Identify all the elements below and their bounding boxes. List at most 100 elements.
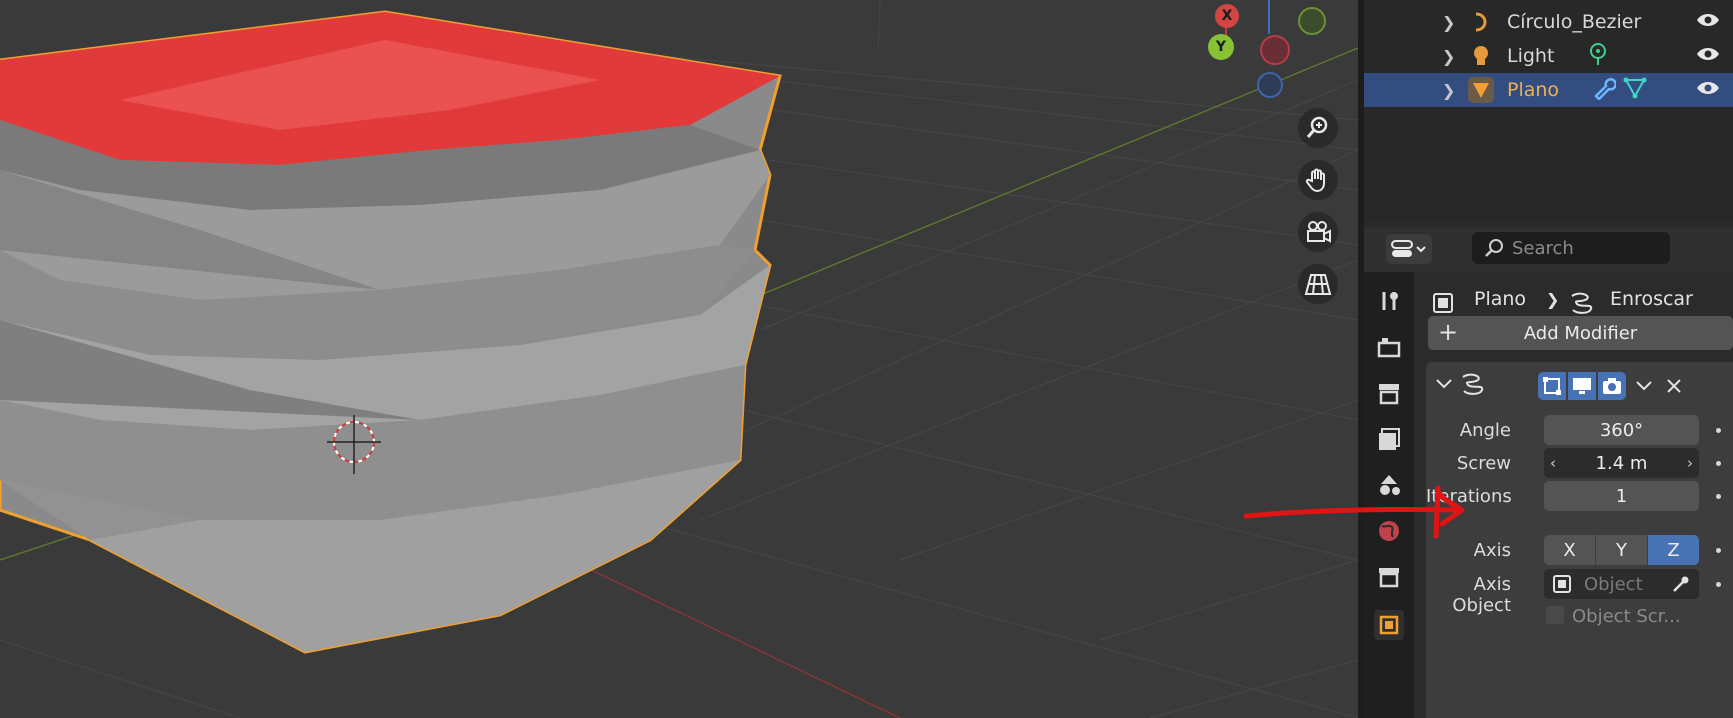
camera-render-icon (1603, 378, 1621, 394)
properties-search-field[interactable]: Search (1472, 232, 1670, 264)
tab-collection[interactable] (1374, 562, 1404, 592)
screw-mesh-object[interactable] (0, 10, 782, 654)
axis-option-x[interactable]: X (1544, 535, 1595, 565)
keyframe-dot[interactable] (1716, 494, 1721, 499)
angle-value: 360° (1599, 419, 1644, 441)
properties-editor[interactable]: Search Plano ❯ Enroscar + Add Modifier A… (1364, 228, 1733, 718)
iterations-field[interactable]: 1 (1544, 481, 1699, 511)
expand-arrow-icon[interactable]: ❯ (1442, 81, 1455, 100)
gizmo-neg-y-axis[interactable] (1298, 7, 1326, 35)
iterations-label: Iterations (1426, 486, 1512, 507)
collection-icon (1379, 568, 1399, 588)
screw-label: Screw (1456, 453, 1511, 474)
tool-icon (1382, 292, 1398, 310)
eyedropper-icon[interactable] (1671, 574, 1691, 594)
gizmo-x-axis[interactable]: X (1215, 4, 1239, 28)
axis-y-label: Y (1616, 539, 1627, 561)
keyframe-dot[interactable] (1716, 582, 1721, 587)
render-toggle[interactable] (1598, 372, 1626, 400)
eye-icon[interactable] (1696, 45, 1720, 67)
search-icon (1485, 239, 1503, 257)
light-data-icon[interactable] (1587, 42, 1609, 71)
search-placeholder: Search (1512, 237, 1574, 259)
eye-icon[interactable] (1696, 79, 1720, 101)
outliner-item-label: Plano (1507, 79, 1560, 101)
mesh-data-icon[interactable] (1623, 76, 1647, 105)
object-screw-checkbox[interactable] (1546, 606, 1564, 624)
gizmo-neg-x-axis[interactable] (1260, 35, 1290, 65)
gizmo-neg-z-axis[interactable] (1257, 72, 1283, 98)
screw-value: 1.4 m (1595, 452, 1648, 474)
wrench-icon[interactable] (1592, 76, 1617, 105)
tab-tool[interactable] (1374, 286, 1404, 316)
angle-field[interactable]: 360° (1544, 415, 1699, 445)
monitor-icon (1573, 378, 1591, 394)
light-icon (1468, 43, 1494, 69)
curve-icon (1468, 9, 1494, 35)
collapse-chevron-icon[interactable] (1434, 374, 1454, 398)
axis-z-label: Z (1667, 539, 1680, 561)
mesh-icon (1468, 77, 1494, 103)
navigation-gizmo[interactable]: X Y (1195, 0, 1335, 110)
axis-object-field[interactable]: Object (1544, 569, 1699, 599)
world-icon (1379, 521, 1399, 541)
keyframe-dot[interactable] (1716, 461, 1721, 466)
perspective-toggle-button[interactable] (1298, 264, 1338, 304)
tab-world[interactable] (1374, 516, 1404, 546)
tab-object[interactable] (1374, 610, 1404, 640)
modifier-menu-chevron-icon[interactable] (1634, 376, 1654, 400)
pan-button[interactable] (1298, 160, 1338, 200)
increment-arrow-icon[interactable]: › (1687, 454, 1693, 472)
hand-icon (1305, 168, 1325, 193)
close-icon[interactable] (1664, 376, 1684, 400)
outliner-panel[interactable]: ❯ Círculo_Bezier ❯ Light ❯ Plano (1364, 0, 1733, 222)
keyframe-dot[interactable] (1716, 428, 1721, 433)
screw-modifier-panel: Angle 360° Screw ‹ 1.4 m › Iterations 1 … (1426, 362, 1733, 718)
viewport-display-toggle[interactable] (1568, 372, 1596, 400)
3d-viewport[interactable]: X Y (0, 0, 1358, 718)
grid-perspective-icon (1304, 274, 1332, 295)
add-modifier-label: Add Modifier (1523, 322, 1638, 344)
scene-icon (1380, 475, 1400, 495)
edit-mode-toggle[interactable] (1538, 372, 1566, 400)
outliner-item-light[interactable]: ❯ Light (1364, 39, 1733, 73)
breadcrumb-separator-icon: ❯ (1546, 290, 1560, 309)
axis-option-z[interactable]: Z (1648, 535, 1699, 565)
zoom-button[interactable] (1298, 108, 1338, 148)
tab-output[interactable] (1374, 378, 1404, 408)
gizmo-y-label: Y (1215, 39, 1227, 55)
breadcrumb-modifier: Enroscar (1610, 288, 1693, 310)
editor-type-selector[interactable] (1386, 234, 1432, 264)
axis-label: Axis (1473, 540, 1511, 561)
axis-x-label: X (1563, 539, 1576, 561)
properties-header: Search (1364, 228, 1733, 272)
outliner-item-circulo-bezier[interactable]: ❯ Círculo_Bezier (1364, 5, 1733, 39)
angle-label: Angle (1459, 420, 1511, 441)
x-axis-line (559, 554, 901, 718)
tab-render[interactable] (1374, 332, 1404, 362)
tab-view-layer[interactable] (1374, 424, 1404, 454)
axis-option-y[interactable]: Y (1596, 535, 1647, 565)
keyframe-dot[interactable] (1716, 548, 1721, 553)
output-icon (1379, 384, 1399, 405)
viewport-scene (0, 0, 1358, 718)
object-icon (1379, 615, 1399, 635)
view-layer-icon (1379, 428, 1400, 450)
tab-scene[interactable] (1374, 470, 1404, 500)
expand-arrow-icon[interactable]: ❯ (1442, 13, 1455, 32)
screw-modifier-icon (1460, 372, 1486, 400)
zoom-icon (1306, 116, 1328, 138)
edit-mode-icon (1543, 377, 1561, 395)
eye-icon[interactable] (1696, 11, 1720, 33)
add-modifier-button[interactable]: + Add Modifier (1428, 316, 1733, 350)
decrement-arrow-icon[interactable]: ‹ (1550, 454, 1556, 472)
gizmo-y-axis[interactable]: Y (1208, 34, 1234, 60)
iterations-value: 1 (1615, 485, 1628, 507)
expand-arrow-icon[interactable]: ❯ (1442, 47, 1455, 66)
screw-field[interactable]: ‹ 1.4 m › (1544, 448, 1699, 478)
axis-object-label: Axis Object (1452, 574, 1511, 616)
object-icon (1553, 575, 1571, 593)
object-icon (1433, 293, 1453, 313)
camera-view-button[interactable] (1298, 212, 1338, 252)
outliner-item-plano[interactable]: ❯ Plano (1364, 73, 1733, 107)
